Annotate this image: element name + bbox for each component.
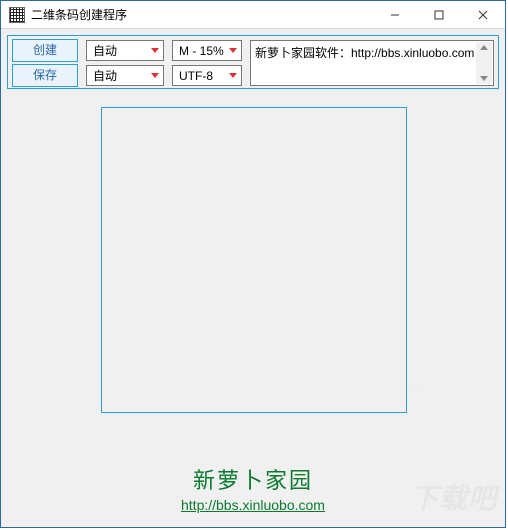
content-area: xiazaiba 创建 保存 自动 M - 15% 自动 UTF-8 新萝 <box>1 29 505 527</box>
brand-link[interactable]: http://bbs.xinluobo.com <box>181 497 325 513</box>
create-button[interactable]: 创建 <box>12 39 78 62</box>
footer: 新萝卜家园 http://bbs.xinluobo.com <box>1 463 505 513</box>
app-icon <box>9 7 25 23</box>
toolbar: 创建 保存 自动 M - 15% 自动 UTF-8 新萝卜家园软件：http:/… <box>7 35 499 89</box>
error-correction-value: M - 15% <box>179 44 224 58</box>
chevron-down-icon <box>151 48 159 53</box>
mode-select-1-value: 自动 <box>93 42 117 59</box>
window-controls <box>373 1 505 28</box>
close-button[interactable] <box>461 1 505 28</box>
app-window: 二维条码创建程序 xiazaiba 创建 保存 自动 M - 15% <box>0 0 506 528</box>
titlebar[interactable]: 二维条码创建程序 <box>1 1 505 29</box>
chevron-down-icon <box>229 48 237 53</box>
mode-select-2[interactable]: 自动 <box>86 65 164 86</box>
chevron-down-icon <box>151 73 159 78</box>
window-title: 二维条码创建程序 <box>31 6 373 23</box>
minimize-button[interactable] <box>373 1 417 28</box>
textarea-scrollbar[interactable] <box>476 42 492 84</box>
mode-select-2-value: 自动 <box>93 67 117 84</box>
chevron-down-icon <box>229 73 237 78</box>
content-input-text: 新萝卜家园软件：http://bbs.xinluobo.com <box>255 46 474 60</box>
scroll-up-icon <box>480 45 488 50</box>
encoding-select[interactable]: UTF-8 <box>172 65 242 86</box>
error-correction-select[interactable]: M - 15% <box>172 40 242 61</box>
mode-select-1[interactable]: 自动 <box>86 40 164 61</box>
save-button[interactable]: 保存 <box>12 64 78 87</box>
brand-name: 新萝卜家园 <box>1 463 505 495</box>
qr-preview-canvas <box>101 107 407 413</box>
content-input[interactable]: 新萝卜家园软件：http://bbs.xinluobo.com <box>250 40 494 86</box>
scroll-down-icon <box>480 76 488 81</box>
encoding-value: UTF-8 <box>179 69 213 83</box>
maximize-button[interactable] <box>417 1 461 28</box>
